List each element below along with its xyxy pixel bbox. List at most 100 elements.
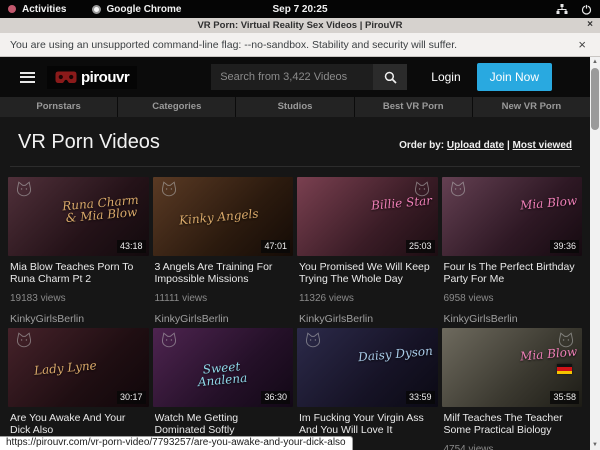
video-card[interactable]: Daisy Dyson 33:59 Im Fucking Your Virgin… [297, 328, 438, 450]
video-thumbnail[interactable]: Daisy Dyson 33:59 [297, 328, 438, 407]
system-top-bar: Activities Google Chrome Sep 7 20:25 [0, 0, 600, 18]
nav-item-best-vr-porn[interactable]: Best VR Porn [355, 97, 472, 117]
thumb-overlay-name: Billie Star [371, 194, 433, 211]
video-card[interactable]: Mia Blow 39:36 Four Is The Perfect Birth… [442, 177, 583, 325]
site-header: pirouvr Login Join Now [0, 57, 590, 97]
window-close-button[interactable]: × [587, 19, 593, 30]
video-thumbnail[interactable]: Mia Blow 35:58 [442, 328, 583, 407]
order-separator: | [507, 140, 510, 151]
studio-watermark-cat-icon [159, 332, 179, 348]
activities-button[interactable]: Activities [8, 4, 66, 15]
thumb-overlay-name: Kinky Angels [178, 208, 258, 227]
video-views: 11326 views [299, 293, 436, 304]
scrollbar-down-arrow-icon[interactable]: ▼ [590, 440, 600, 450]
focused-app-menu[interactable]: Google Chrome [92, 4, 181, 15]
network-icon [556, 4, 568, 15]
thumb-overlay-name: Lady Lyne [34, 359, 98, 376]
nav-item-categories[interactable]: Categories [118, 97, 235, 117]
order-by-label: Order by: [399, 140, 444, 151]
login-link[interactable]: Login [431, 70, 460, 84]
video-card[interactable]: Sweet Analena 36:30 Watch Me Getting Dom… [153, 328, 294, 450]
video-studio-link[interactable]: KinkyGirlsBerlin [155, 313, 292, 325]
video-title[interactable]: Mia Blow Teaches Porn To Runa Charm Pt 2 [10, 261, 147, 285]
video-duration-badge: 30:17 [117, 391, 146, 404]
clock[interactable]: Sep 7 20:25 [0, 4, 600, 15]
video-views: 19183 views [10, 293, 147, 304]
activities-icon [8, 5, 16, 13]
page-title: VR Porn Videos [18, 131, 160, 154]
search-icon [384, 71, 397, 84]
page-heading-row: VR Porn Videos Order by: Upload date | M… [0, 117, 590, 158]
video-thumbnail[interactable]: Sweet Analena 36:30 [153, 328, 294, 407]
video-duration-badge: 47:01 [261, 240, 290, 253]
search-button[interactable] [373, 64, 407, 90]
hamburger-menu-icon[interactable] [20, 69, 35, 85]
join-now-button[interactable]: Join Now [477, 63, 552, 91]
video-title[interactable]: 3 Angels Are Training For Impossible Mis… [155, 261, 292, 285]
video-card[interactable]: Mia Blow 35:58 Milf Teaches The Teacher … [442, 328, 583, 450]
search-input[interactable] [211, 64, 373, 90]
vertical-scrollbar[interactable]: ▲ ▼ [590, 57, 600, 450]
video-views: 11111 views [155, 293, 292, 304]
page-content: pirouvr Login Join Now Pornstars Cate [0, 57, 590, 450]
browser-viewport: pirouvr Login Join Now Pornstars Cate [0, 57, 600, 450]
video-duration-badge: 35:58 [550, 391, 579, 404]
video-views: 4754 views [444, 444, 581, 450]
video-duration-badge: 39:36 [550, 240, 579, 253]
video-title[interactable]: Im Fucking Your Virgin Ass And You Will … [299, 412, 436, 436]
nav-item-studios[interactable]: Studios [236, 97, 353, 117]
infobar-close-icon[interactable]: × [578, 37, 586, 52]
video-title[interactable]: Are You Awake And Your Dick Also [10, 412, 147, 436]
thumb-overlay-name: Mia Blow [519, 346, 577, 363]
studio-watermark-cat-icon [159, 181, 179, 197]
thumb-overlay-name: Daisy Dyson [357, 345, 433, 363]
window-title: VR Porn: Virtual Reality Sex Videos | Pi… [197, 20, 402, 31]
video-grid: Runa Charm & Mia Blow 43:18 Mia Blow Tea… [8, 177, 582, 450]
system-tray[interactable] [556, 4, 592, 15]
studio-watermark-cat-icon [14, 332, 34, 348]
chrome-icon [92, 5, 101, 14]
video-duration-badge: 43:18 [117, 240, 146, 253]
nav-item-new-vr-porn[interactable]: New VR Porn [473, 97, 590, 117]
thumb-overlay-name: Runa Charm & Mia Blow [57, 193, 145, 224]
infobar-message: You are using an unsupported command-lin… [10, 39, 457, 51]
video-thumbnail[interactable]: Lady Lyne 30:17 [8, 328, 149, 407]
order-by-controls: Order by: Upload date | Most viewed [399, 140, 572, 151]
scrollbar-up-arrow-icon[interactable]: ▲ [590, 57, 600, 67]
screen: Activities Google Chrome Sep 7 20:25 VR … [0, 0, 600, 450]
video-thumbnail[interactable]: Runa Charm & Mia Blow 43:18 [8, 177, 149, 256]
power-icon [581, 4, 592, 15]
window-title-bar: VR Porn: Virtual Reality Sex Videos | Pi… [0, 18, 600, 33]
order-most-viewed-link[interactable]: Most viewed [513, 140, 572, 151]
video-title[interactable]: Watch Me Getting Dominated Softly [155, 412, 292, 436]
video-studio-link[interactable]: KinkyGirlsBerlin [10, 313, 147, 325]
app-name-label: Google Chrome [106, 4, 181, 15]
video-thumbnail[interactable]: Kinky Angels 47:01 [153, 177, 294, 256]
site-logo[interactable]: pirouvr [47, 66, 137, 89]
video-thumbnail[interactable]: Billie Star 25:03 [297, 177, 438, 256]
order-upload-date-link[interactable]: Upload date [447, 140, 504, 151]
video-studio-link[interactable]: KinkyGirlsBerlin [299, 313, 436, 325]
video-card[interactable]: Kinky Angels 47:01 3 Angels Are Training… [153, 177, 294, 325]
studio-watermark-cat-icon [303, 332, 323, 348]
video-card[interactable]: Billie Star 25:03 You Promised We Will K… [297, 177, 438, 325]
video-duration-badge: 36:30 [261, 391, 290, 404]
video-title[interactable]: Milf Teaches The Teacher Some Practical … [444, 412, 581, 436]
video-title[interactable]: Four Is The Perfect Birthday Party For M… [444, 261, 581, 285]
studio-watermark-cat-icon [14, 181, 34, 197]
thumb-overlay-name: Sweet Analena [178, 358, 266, 389]
video-thumbnail[interactable]: Mia Blow 39:36 [442, 177, 583, 256]
video-duration-badge: 25:03 [406, 240, 435, 253]
scrollbar-thumb[interactable] [591, 68, 599, 130]
video-views: 6958 views [444, 293, 581, 304]
video-card[interactable]: Runa Charm & Mia Blow 43:18 Mia Blow Tea… [8, 177, 149, 325]
german-flag-icon [557, 364, 572, 374]
nav-item-pornstars[interactable]: Pornstars [0, 97, 117, 117]
video-card[interactable]: Lady Lyne 30:17 Are You Awake And Your D… [8, 328, 149, 450]
thumb-overlay-name: Mia Blow [519, 195, 577, 212]
video-studio-link[interactable]: KinkyGirlsBerlin [444, 313, 581, 325]
vr-goggles-icon [55, 71, 77, 84]
studio-watermark-cat-icon [448, 181, 468, 197]
video-duration-badge: 33:59 [406, 391, 435, 404]
video-title[interactable]: You Promised We Will Keep Trying The Who… [299, 261, 436, 285]
